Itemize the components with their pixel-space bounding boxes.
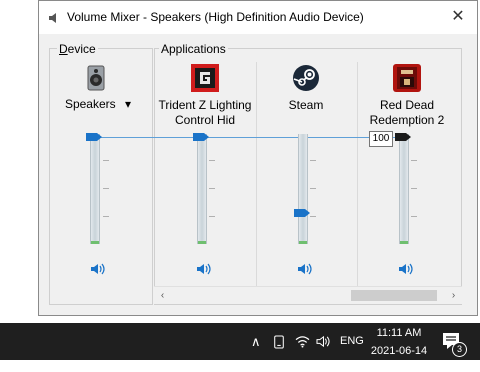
taskbar-clock[interactable]: 11:11 AM 2021-06-14 <box>366 326 432 359</box>
notification-count-badge: 3 <box>452 342 467 357</box>
scroll-left-button[interactable]: ‹ <box>154 287 171 304</box>
clock-time: 11:11 AM <box>376 327 422 339</box>
speaker-icon <box>49 13 56 23</box>
close-button[interactable]: ✕ <box>443 5 473 29</box>
device-mute-button[interactable] <box>89 261 107 277</box>
speakers-device-icon[interactable] <box>82 64 110 92</box>
volume-tooltip: 100 <box>369 131 393 147</box>
app-name: Red Dead Redemption 2 <box>369 98 445 127</box>
app-name: Trident Z Lighting Control Hid <box>158 98 252 127</box>
volume-tray-icon[interactable] <box>316 335 331 348</box>
steam-volume-slider[interactable] <box>298 134 308 244</box>
device-name-dropdown[interactable]: Speakers ▾ <box>53 97 143 112</box>
rdr2-mute-button[interactable] <box>397 261 415 277</box>
phone-link-icon[interactable] <box>273 334 285 350</box>
app-name: Steam <box>288 98 324 112</box>
wifi-icon[interactable] <box>295 335 310 348</box>
chevron-down-icon: ▾ <box>125 97 132 111</box>
horizontal-scrollbar[interactable]: ‹ › <box>154 286 462 304</box>
mixer-content: Device Applications Speakers ▾ Trident Z… <box>39 34 477 315</box>
device-volume-thumb[interactable] <box>86 133 102 141</box>
steam-mute-button[interactable] <box>296 261 314 277</box>
trident-volume-thumb[interactable] <box>193 133 209 141</box>
window-title: Volume Mixer - Speakers (High Definition… <box>67 10 364 24</box>
show-hidden-icons-button[interactable]: ∧ <box>251 334 261 371</box>
steam-volume-thumb[interactable] <box>294 209 310 217</box>
taskbar: ∧ ENG 11:11 AM 2021-06-14 3 <box>0 323 480 360</box>
scrollbar-thumb[interactable] <box>351 290 437 301</box>
device-volume-slider[interactable] <box>90 134 100 244</box>
language-indicator[interactable]: ENG <box>340 335 364 372</box>
red-dead-redemption-2-icon <box>393 64 421 92</box>
steam-icon <box>293 65 319 91</box>
clock-date: 2021-06-14 <box>370 345 428 357</box>
volume-mixer-window: Volume Mixer - Speakers (High Definition… <box>38 0 478 316</box>
title-bar[interactable]: Volume Mixer - Speakers (High Definition… <box>39 1 477 34</box>
trident-mute-button[interactable] <box>195 261 213 277</box>
device-group-label: Device <box>57 42 98 56</box>
rdr2-volume-slider[interactable] <box>399 134 409 244</box>
rdr2-volume-thumb[interactable] <box>395 133 411 141</box>
trident-z-icon <box>191 64 219 92</box>
scroll-right-button[interactable]: › <box>445 287 462 304</box>
trident-volume-slider[interactable] <box>197 134 207 244</box>
